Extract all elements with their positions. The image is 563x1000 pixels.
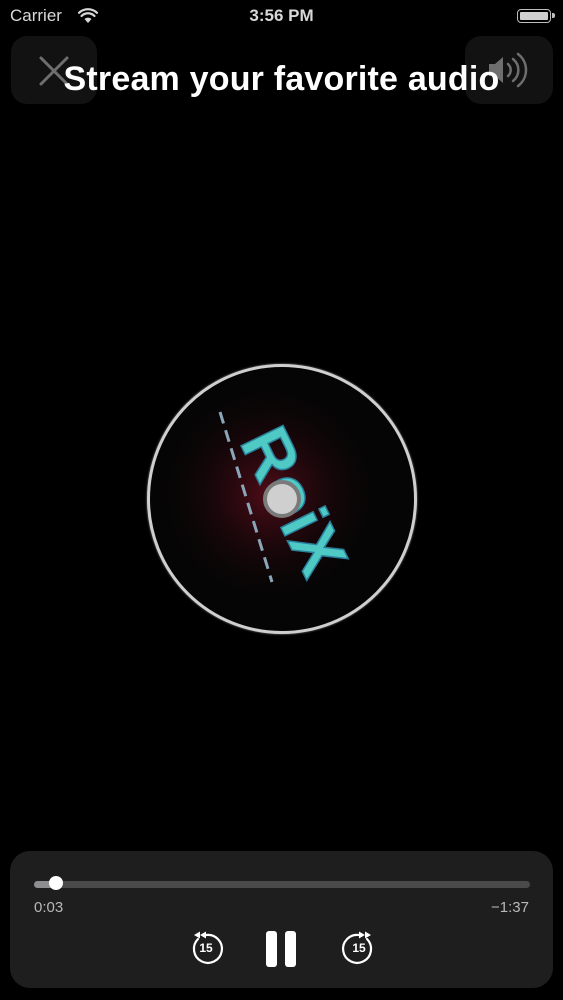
battery-icon <box>517 9 555 23</box>
skip-back-button[interactable]: 15 <box>186 929 226 969</box>
skip-forward-label: 15 <box>352 941 366 955</box>
elapsed-time: 0:03 <box>34 899 64 916</box>
album-art-disc: RoiX <box>147 364 417 634</box>
status-time: 3:56 PM <box>249 6 314 25</box>
progress-track[interactable] <box>34 881 530 888</box>
disc-center-hole <box>263 480 301 518</box>
status-bar: Carrier 3:56 PM <box>0 0 563 32</box>
player-controls-panel: 0:03 −1:37 15 15 <box>10 851 553 988</box>
pause-icon <box>266 931 277 967</box>
skip-back-label: 15 <box>199 941 213 955</box>
remaining-time: −1:37 <box>491 899 529 916</box>
skip-forward-button[interactable]: 15 <box>339 929 379 969</box>
page-title: Stream your favorite audio <box>63 60 500 98</box>
pause-button[interactable] <box>264 931 298 967</box>
